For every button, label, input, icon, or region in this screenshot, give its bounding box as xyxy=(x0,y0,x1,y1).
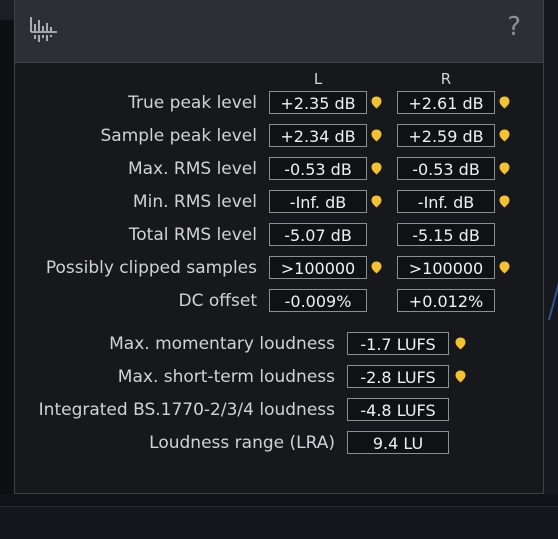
stat-value-left: +2.35 dB xyxy=(269,91,367,114)
stat-value-left: -5.07 dB xyxy=(269,223,367,246)
stat-label: True peak level xyxy=(128,93,257,113)
stat-label: Min. RMS level xyxy=(132,192,257,212)
loudness-label: Max. momentary loudness xyxy=(109,334,335,354)
marker-pin-icon[interactable] xyxy=(371,96,382,109)
marker-pin-icon[interactable] xyxy=(371,162,382,175)
stat-value-left: -0.009% xyxy=(269,289,367,312)
marker-pin-icon[interactable] xyxy=(499,195,510,208)
stat-value-right: -5.15 dB xyxy=(397,223,495,246)
loudness-label: Integrated BS.1770-2/3/4 loudness xyxy=(38,400,335,420)
stat-label: Total RMS level xyxy=(128,225,257,245)
stat-value-right: +0.012% xyxy=(397,289,495,312)
stat-label: Sample peak level xyxy=(100,126,258,146)
marker-pin-icon[interactable] xyxy=(371,129,382,142)
loudness-value: -1.7 LUFS xyxy=(347,332,449,355)
stat-value-right: -0.53 dB xyxy=(397,157,495,180)
stat-value-left: +2.34 dB xyxy=(269,124,367,147)
marker-pin-icon[interactable] xyxy=(499,162,510,175)
loudness-value: 9.4 LU xyxy=(347,431,449,454)
stat-value-right: >100000 xyxy=(397,256,495,279)
column-header-right: R xyxy=(440,70,452,88)
stat-value-right: +2.61 dB xyxy=(397,91,495,114)
stat-label: Max. RMS level xyxy=(127,159,257,179)
marker-pin-icon[interactable] xyxy=(371,195,382,208)
stat-label: DC offset xyxy=(178,291,257,311)
stat-value-left: -0.53 dB xyxy=(269,157,367,180)
loudness-label: Loudness range (LRA) xyxy=(149,433,335,453)
column-header-left: L xyxy=(313,70,323,88)
help-icon[interactable]: ? xyxy=(507,12,521,42)
marker-pin-icon[interactable] xyxy=(499,129,510,142)
marker-pin-icon[interactable] xyxy=(371,261,382,274)
statistics-dialog: ? L R True peak level +2.35 dB +2.61 dB Sampl… xyxy=(14,0,544,494)
stat-value-left: -Inf. dB xyxy=(269,190,367,213)
dialog-titlebar[interactable]: ? xyxy=(15,0,543,63)
marker-pin-icon[interactable] xyxy=(499,96,510,109)
marker-pin-icon[interactable] xyxy=(455,370,466,383)
loudness-value: -2.8 LUFS xyxy=(347,365,449,388)
loudness-label: Max. short-term loudness xyxy=(117,367,335,387)
marker-pin-icon[interactable] xyxy=(499,261,510,274)
stat-label: Possibly clipped samples xyxy=(45,258,257,278)
loudness-value: -4.8 LUFS xyxy=(347,398,449,421)
waveform-analyzer-icon xyxy=(30,17,57,42)
background-ruler xyxy=(0,506,558,539)
stat-value-right: -Inf. dB xyxy=(397,190,495,213)
stat-value-right: +2.59 dB xyxy=(397,124,495,147)
stat-value-left: >100000 xyxy=(269,256,367,279)
marker-pin-icon[interactable] xyxy=(455,337,466,350)
